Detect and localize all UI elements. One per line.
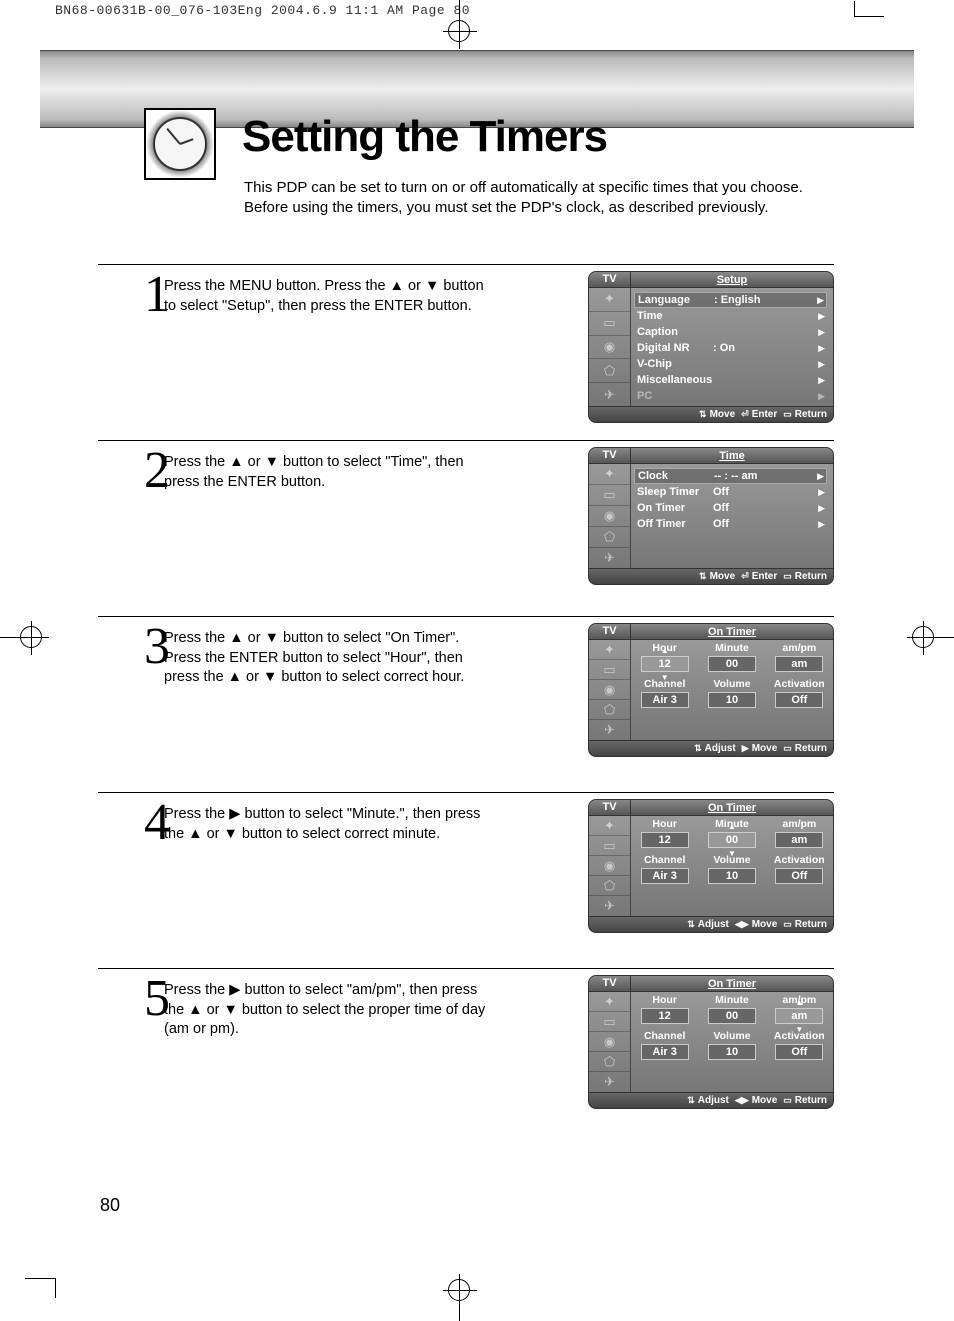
page-title: Setting the Timers: [242, 112, 607, 162]
osd-row-vchip: V-Chip▶: [637, 356, 827, 372]
step-1-number: 1: [98, 273, 164, 440]
osd-sidebar-icons: ✦▭◉⬠✈: [589, 464, 631, 568]
timer-volume-box: 10: [708, 692, 756, 708]
osd-row-language: Language: English▶: [634, 292, 827, 308]
page-number: 80: [100, 1195, 120, 1216]
step-2-text: Press the ▲ or ▼ button to select "Time"…: [164, 449, 494, 616]
timer-hour-box: 12: [641, 832, 689, 848]
crop-header: BN68-00631B-00_076-103Eng 2004.6.9 11:1 …: [55, 3, 470, 18]
osd-title: Setup: [631, 272, 833, 287]
timer-activation-box: Off: [775, 1044, 823, 1060]
timer-minute-box: 00: [708, 1008, 756, 1024]
osd-sidebar-icons: ✦▭◉⬠✈: [589, 288, 631, 406]
timer-volume-box: 10: [708, 868, 756, 884]
step-2: 2 Press the ▲ or ▼ button to select "Tim…: [98, 440, 834, 616]
osd-tv-label: TV: [589, 624, 631, 639]
timer-channel-box: Air 3: [641, 1044, 689, 1060]
osd-tv-label: TV: [589, 272, 631, 287]
step-1: 1 Press the MENU button. Press the ▲ or …: [98, 264, 834, 440]
osd-row-on-timer: On TimerOff▶: [637, 500, 827, 516]
osd-row-pc: PC▶: [637, 388, 827, 404]
osd-title: On Timer: [631, 976, 833, 991]
step-1-text: Press the MENU button. Press the ▲ or ▼ …: [164, 273, 494, 440]
osd-on-timer-minute: TVOn Timer ✦▭◉⬠✈ HourMinuteam/pm 12 00 a…: [588, 799, 834, 933]
osd-footer: ⇅Adjust ▶Move ▭Return: [588, 741, 834, 757]
osd-time-menu: TVTime ✦▭◉⬠✈ Clock-- : -- am▶ Sleep Time…: [588, 447, 834, 585]
timer-minute-box: 00: [708, 656, 756, 672]
osd-tv-label: TV: [589, 800, 631, 815]
timer-ampm-box: am: [775, 1008, 823, 1024]
osd-row-misc: Miscellaneous▶: [637, 372, 827, 388]
timer-minute-box: 00: [708, 832, 756, 848]
osd-sidebar-icons: ✦▭◉⬠✈: [589, 992, 631, 1092]
step-5-number: 5: [98, 977, 164, 1144]
osd-title: Time: [631, 448, 833, 463]
timer-channel-box: Air 3: [641, 692, 689, 708]
step-2-number: 2: [98, 449, 164, 616]
steps-list: 1 Press the MENU button. Press the ▲ or …: [98, 264, 834, 1144]
clock-icon: [144, 108, 216, 180]
step-3-number: 3: [98, 625, 164, 792]
osd-setup-menu: TVSetup ✦▭◉⬠✈ Language: English▶ Time▶ C…: [588, 271, 834, 423]
osd-row-clock: Clock-- : -- am▶: [634, 468, 827, 484]
osd-footer: ⇅Adjust ◀▶Move ▭Return: [588, 1093, 834, 1109]
osd-tv-label: TV: [589, 976, 631, 991]
osd-on-timer-hour: TVOn Timer ✦▭◉⬠✈ HourMinuteam/pm 12 00 a…: [588, 623, 834, 757]
osd-row-digital-nr: Digital NR: On▶: [637, 340, 827, 356]
osd-title: On Timer: [631, 624, 833, 639]
osd-row-off-timer: Off TimerOff▶: [637, 516, 827, 532]
step-4: 4 Press the ▶ button to select "Minute."…: [98, 792, 834, 968]
step-4-text: Press the ▶ button to select "Minute.", …: [164, 801, 494, 968]
step-5: 5 Press the ▶ button to select "am/pm", …: [98, 968, 834, 1144]
osd-row-sleep-timer: Sleep TimerOff▶: [637, 484, 827, 500]
step-3-text: Press the ▲ or ▼ button to select "On Ti…: [164, 625, 494, 792]
osd-footer: ⇅Adjust ◀▶Move ▭Return: [588, 917, 834, 933]
timer-channel-box: Air 3: [641, 868, 689, 884]
step-3: 3 Press the ▲ or ▼ button to select "On …: [98, 616, 834, 792]
osd-tv-label: TV: [589, 448, 631, 463]
step-4-number: 4: [98, 801, 164, 968]
timer-hour-box: 12: [641, 656, 689, 672]
timer-activation-box: Off: [775, 692, 823, 708]
timer-ampm-box: am: [775, 656, 823, 672]
osd-row-time: Time▶: [637, 308, 827, 324]
osd-footer: ⇅Move ⏎Enter ▭Return: [588, 569, 834, 585]
osd-on-timer-ampm: TVOn Timer ✦▭◉⬠✈ HourMinuteam/pm 12 00 a…: [588, 975, 834, 1109]
timer-volume-box: 10: [708, 1044, 756, 1060]
step-5-text: Press the ▶ button to select "am/pm", th…: [164, 977, 494, 1144]
timer-ampm-box: am: [775, 832, 823, 848]
crop-corner-bl: [25, 1263, 65, 1293]
osd-row-caption: Caption▶: [637, 324, 827, 340]
osd-sidebar-icons: ✦▭◉⬠✈: [589, 640, 631, 740]
osd-sidebar-icons: ✦▭◉⬠✈: [589, 816, 631, 916]
timer-activation-box: Off: [775, 868, 823, 884]
osd-title: On Timer: [631, 800, 833, 815]
page-intro: This PDP can be set to turn on or off au…: [244, 178, 834, 219]
crop-corner-tr: [844, 16, 884, 46]
timer-hour-box: 12: [641, 1008, 689, 1024]
osd-footer: ⇅Move ⏎Enter ▭Return: [588, 407, 834, 423]
